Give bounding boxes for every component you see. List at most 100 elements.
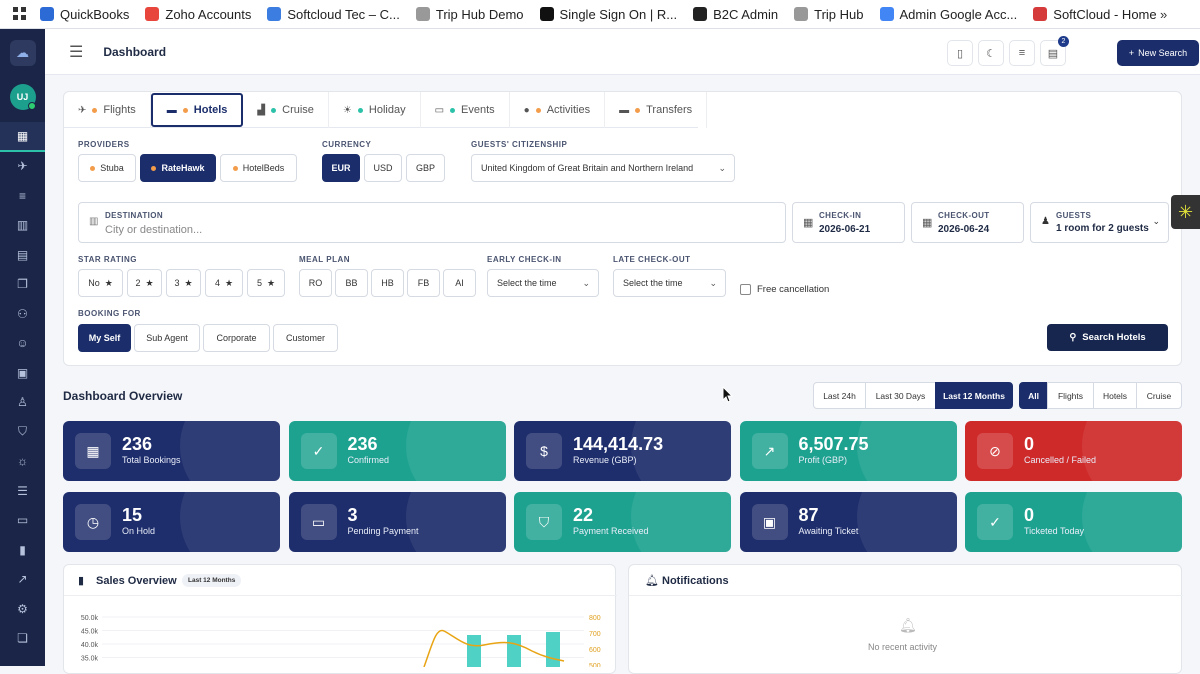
star-rating-2[interactable]: 2 ★ [127, 269, 162, 297]
free-cancellation-checkbox[interactable] [740, 284, 751, 295]
y-tick-label: 35.0k [81, 656, 99, 663]
provider-hotelbeds[interactable]: HotelBeds [220, 154, 297, 182]
meal-plan-ai[interactable]: AI [443, 269, 476, 297]
bookmark-item[interactable]: QuickBooks [40, 7, 129, 22]
sidebar-avatar[interactable]: UJ [9, 84, 36, 110]
search-hotels-button[interactable]: ⚲ Search Hotels [1047, 324, 1168, 351]
app-logo-icon[interactable]: ☁ [9, 40, 36, 66]
bookmark-item[interactable]: Softcloud Tec – C... [267, 7, 400, 22]
type-cruise[interactable]: Cruise [1136, 382, 1182, 409]
list-menu-icon[interactable]: ≡ [1009, 40, 1035, 66]
more-bookmarks-icon[interactable]: » [1160, 7, 1167, 22]
trend-icon[interactable]: ↗ [0, 565, 45, 595]
currency-eur[interactable]: EUR [322, 154, 360, 182]
meal-plan-hb[interactable]: HB [371, 269, 404, 297]
range-last-12-months[interactable]: Last 12 Months [935, 382, 1013, 409]
booking-for-sub-agent[interactable]: Sub Agent [134, 324, 200, 352]
settings-icon[interactable]: ⚙ [0, 594, 45, 624]
stat-card[interactable]: ⛉ 22 Payment Received [514, 492, 731, 552]
type-hotels[interactable]: Hotels [1093, 382, 1137, 409]
sliders-icon[interactable]: ☰ [0, 476, 45, 506]
meal-plan-ro[interactable]: RO [299, 269, 332, 297]
bookmark-label: Trip Hub [814, 6, 864, 22]
office-icon[interactable]: ▣ [0, 358, 45, 388]
star-rating-5[interactable]: 5 ★ [247, 269, 285, 297]
stat-card[interactable]: $144,414.73 Revenue (GBP) [514, 421, 731, 481]
bookmark-item[interactable]: SoftCloud - Home [1033, 7, 1157, 22]
bookmark-item[interactable]: B2C Admin [693, 7, 778, 22]
currency-usd[interactable]: USD [364, 154, 402, 182]
documents-icon[interactable]: ❐ [0, 270, 45, 300]
notification-doc-icon[interactable]: ▤ 2 [1040, 36, 1069, 66]
users-icon[interactable]: ⚇ [0, 299, 45, 329]
decorative-circle [856, 421, 957, 481]
range-last-24h[interactable]: Last 24h [813, 382, 866, 409]
booking-for-corporate[interactable]: Corporate [203, 324, 270, 352]
stat-card[interactable]: ▣ 87 Awaiting Ticket [739, 492, 957, 552]
dark-mode-icon[interactable]: ☾ [978, 40, 1004, 66]
star-rating-no[interactable]: No ★ [78, 269, 123, 297]
sales-bar[interactable] [546, 632, 560, 667]
stat-card[interactable]: ▭ 3 Pending Payment [288, 492, 506, 552]
accessibility-widget-icon[interactable]: ✳ [1171, 195, 1200, 229]
user-icon[interactable]: ♙ [0, 388, 45, 418]
early-checkin-select[interactable]: Select the time ⌄ [487, 269, 599, 297]
guests-field[interactable]: ♟ GUESTS 1 room for 2 guests ⌄ [1030, 202, 1169, 243]
meal-plan-bb[interactable]: BB [335, 269, 368, 297]
sales-bar[interactable] [507, 635, 521, 667]
flights-icon[interactable]: ✈ [0, 152, 45, 182]
tab-activities[interactable]: ● Activities [510, 92, 606, 128]
stat-card[interactable]: ✓ 236 Confirmed [288, 421, 506, 481]
hotel-icon[interactable]: ▥ [0, 211, 45, 241]
late-checkout-select[interactable]: Select the time ⌄ [613, 269, 726, 297]
bookmark-item[interactable]: Single Sign On | R... [539, 7, 677, 22]
apps-grid-icon[interactable] [0, 7, 40, 21]
sun-icon[interactable]: ☼ [0, 447, 45, 477]
book-icon[interactable]: ▯ [947, 40, 973, 66]
booking-for-customer[interactable]: Customer [273, 324, 338, 352]
tab-cruise[interactable]: ▟ Cruise [243, 92, 329, 128]
bookmark-item[interactable]: Admin Google Acc... [879, 7, 1017, 22]
tab-flights[interactable]: ✈ Flights [64, 92, 151, 128]
menu-toggle-icon[interactable]: ☰ [69, 42, 83, 62]
stat-card[interactable]: ⊘ 0 Cancelled / Failed [965, 421, 1182, 481]
agents-icon[interactable]: ☺ [0, 329, 45, 359]
stat-card[interactable]: ◷ 15 On Hold [63, 492, 280, 552]
provider-ratehawk[interactable]: RateHawk [140, 154, 216, 182]
star-rating-4[interactable]: 4 ★ [205, 269, 243, 297]
dashboard-icon[interactable]: ▦ [0, 122, 45, 152]
tab-transfers[interactable]: ▬ Transfers [605, 92, 708, 128]
bookmark-item[interactable]: Trip Hub Demo [415, 7, 524, 22]
checkin-field[interactable]: ▦ CHECK-IN 2026-06-21 [792, 202, 905, 243]
decorative-circle [180, 421, 280, 481]
copy-icon[interactable]: ❏ [0, 624, 45, 654]
type-flights[interactable]: Flights [1047, 382, 1094, 409]
booking-for-myself[interactable]: My Self [78, 324, 131, 352]
stat-card[interactable]: ▦ 236 Total Bookings [63, 421, 280, 481]
star-rating-3[interactable]: 3 ★ [166, 269, 201, 297]
currency-gbp[interactable]: GBP [406, 154, 445, 182]
bookmark-item[interactable]: Zoho Accounts [145, 7, 251, 22]
range-last-30-days[interactable]: Last 30 Days [865, 382, 936, 409]
bookmark-item[interactable]: Trip Hub [794, 6, 864, 22]
shield-icon[interactable]: ⛉ [0, 417, 45, 447]
bar-chart-icon[interactable]: ▮ [0, 535, 45, 565]
stat-card[interactable]: ✓ 0 Ticketed Today [965, 492, 1182, 552]
list-icon[interactable]: ≡ [0, 181, 45, 211]
citizenship-select[interactable]: United Kingdom of Great Britain and Nort… [471, 154, 735, 182]
destination-field[interactable]: ▥ DESTINATION City or destination... [78, 202, 786, 243]
card-icon[interactable]: ▭ [0, 506, 45, 536]
status-dot [182, 107, 188, 113]
tab-events[interactable]: ▭ Events [421, 92, 510, 128]
building-icon[interactable]: ▤ [0, 240, 45, 270]
meal-plan-fb[interactable]: FB [407, 269, 440, 297]
type-all[interactable]: All [1019, 382, 1048, 409]
sales-bar[interactable] [467, 635, 481, 667]
tab-holiday[interactable]: ☀ Holiday [329, 92, 421, 128]
provider-stuba[interactable]: Stuba [78, 154, 136, 182]
star-icon: ★ [145, 277, 154, 288]
checkout-field[interactable]: ▦ CHECK-OUT 2026-06-24 [911, 202, 1024, 243]
new-search-button[interactable]: + New Search [1117, 40, 1199, 66]
tab-hotels[interactable]: ▬ Hotels [150, 93, 244, 127]
stat-card[interactable]: ↗ 6,507.75 Profit (GBP) [739, 421, 957, 481]
